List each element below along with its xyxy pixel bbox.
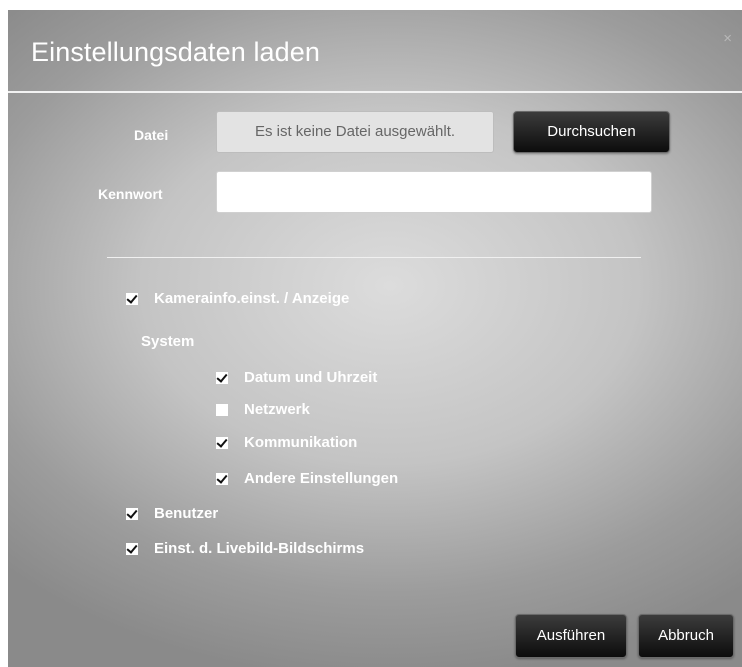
checkbox-icon[interactable] (216, 403, 228, 416)
dialog-title: Einstellungsdaten laden (31, 37, 321, 67)
option-communication-label: Kommunikation (244, 434, 358, 451)
checkbox-icon[interactable] (216, 436, 228, 449)
option-other-settings[interactable]: Andere Einstellungen (216, 470, 398, 487)
option-liveview[interactable]: Einst. d. Livebild-Bildschirms (126, 540, 364, 557)
option-date-time-label: Datum und Uhrzeit (244, 369, 378, 386)
file-label: Datei (134, 127, 169, 143)
close-icon[interactable]: × (723, 30, 732, 47)
option-camera-info-label: Kamerainfo.einst. / Anzeige (154, 290, 350, 307)
file-name-display[interactable]: Es ist keine Datei ausgewählt. (216, 111, 494, 153)
option-communication[interactable]: Kommunikation (216, 434, 357, 451)
option-network[interactable]: Netzwerk (216, 401, 310, 418)
load-settings-dialog: Einstellungsdaten laden × Datei Es ist k… (8, 10, 742, 667)
checkbox-icon[interactable] (126, 292, 138, 305)
option-date-time[interactable]: Datum und Uhrzeit (216, 369, 377, 386)
option-network-label: Netzwerk (244, 401, 310, 418)
option-other-settings-label: Andere Einstellungen (244, 470, 399, 487)
password-input[interactable] (216, 171, 652, 213)
cancel-button[interactable]: Abbruch (638, 614, 734, 658)
checkbox-icon[interactable] (216, 371, 228, 384)
option-liveview-label: Einst. d. Livebild-Bildschirms (154, 540, 365, 557)
system-heading: System (141, 333, 195, 350)
option-users[interactable]: Benutzer (126, 505, 218, 522)
checkbox-icon[interactable] (126, 507, 138, 520)
section-divider (107, 257, 641, 258)
execute-button[interactable]: Ausführen (515, 614, 627, 658)
browse-button[interactable]: Durchsuchen (513, 111, 670, 153)
password-label: Kennwort (98, 186, 163, 202)
checkbox-icon[interactable] (216, 472, 228, 485)
option-camera-info[interactable]: Kamerainfo.einst. / Anzeige (126, 290, 349, 307)
title-divider (8, 91, 742, 93)
checkbox-icon[interactable] (126, 542, 138, 555)
option-users-label: Benutzer (154, 505, 219, 522)
